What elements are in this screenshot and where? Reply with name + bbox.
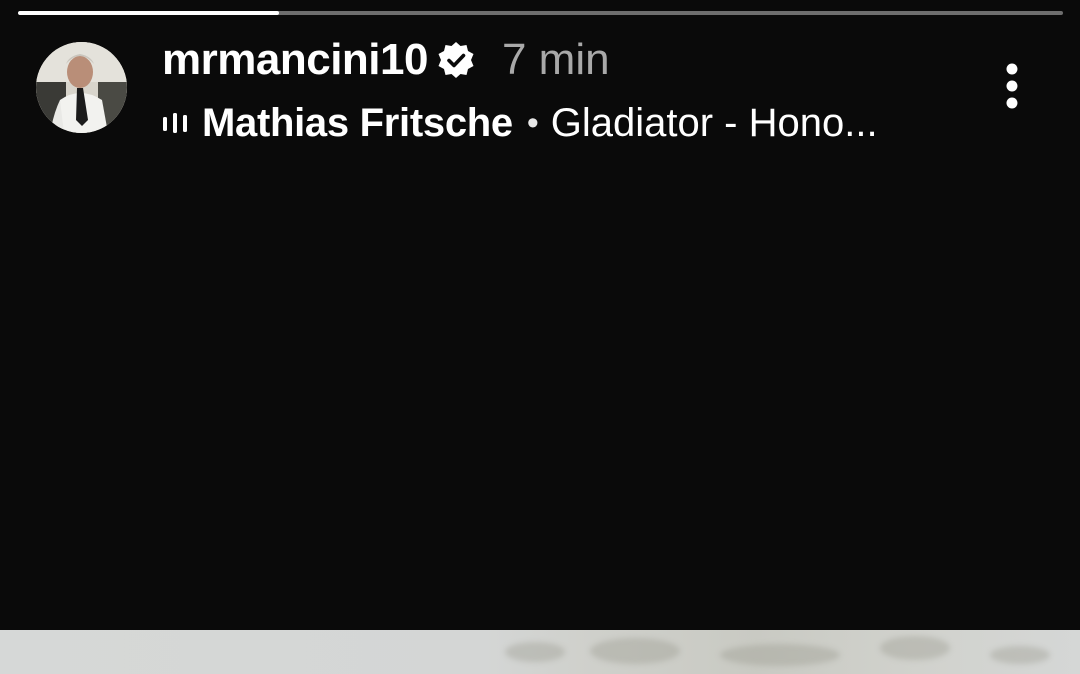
verified-badge-icon: [438, 42, 474, 78]
music-artist: Mathias Fritsche: [202, 100, 513, 145]
story-media[interactable]: [0, 160, 1080, 630]
music-attribution[interactable]: Mathias Fritsche • Gladiator - Hono...: [162, 98, 878, 148]
post-time: 7 min: [501, 35, 610, 84]
avatar-image: [36, 42, 127, 133]
more-vertical-icon: [1006, 63, 1018, 109]
username[interactable]: mrmancini10: [162, 35, 428, 85]
story-media-bottom-edge: [0, 630, 1080, 674]
story-viewer[interactable]: mrmancini10 7 min Mathias Fritsche • Gla…: [0, 0, 1080, 674]
story-header-title: mrmancini10 7 min: [162, 34, 610, 86]
story-progress-fill: [18, 11, 280, 15]
story-progress-bar: [18, 11, 1063, 15]
music-separator: •: [526, 103, 539, 142]
music-track: Gladiator - Hono...: [550, 100, 878, 145]
audio-bars-icon: [163, 113, 187, 133]
more-options-button[interactable]: [992, 58, 1032, 114]
avatar[interactable]: [36, 42, 127, 133]
